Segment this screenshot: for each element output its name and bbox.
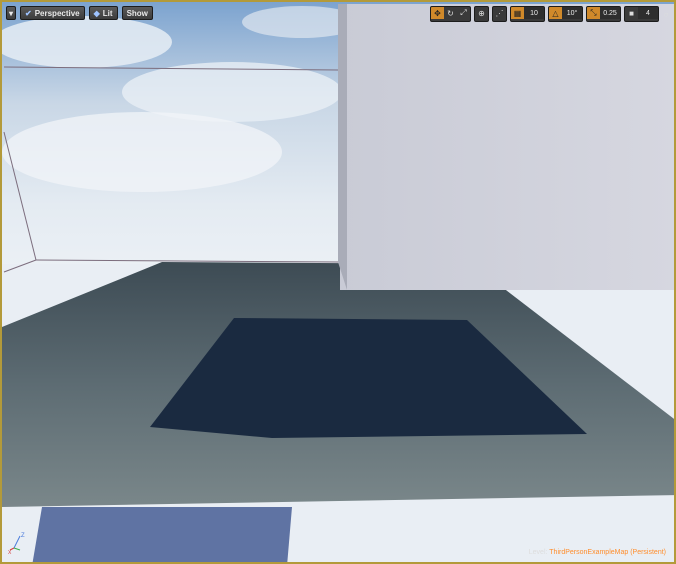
surface-snap-group: ⋰ [492, 6, 507, 22]
level-prefix: Level: [528, 549, 548, 556]
lit-icon: ◆ [93, 8, 100, 18]
viewport-menu-button[interactable]: ▾ [6, 6, 16, 20]
scale-snap-icon[interactable]: ⤡ [587, 7, 600, 19]
x-axis-label: X [8, 550, 12, 554]
white-box-side [338, 4, 347, 290]
rotation-snap-value[interactable]: 10° [562, 7, 582, 19]
maximize-icon[interactable]: ○ [662, 8, 670, 20]
surface-snap-icon[interactable]: ⋰ [493, 7, 506, 19]
coord-space-group: ⊕ [474, 6, 489, 22]
z-axis-icon [13, 535, 21, 549]
grid-snap-icon[interactable]: ▦ [511, 7, 524, 19]
z-axis-label: Z [21, 533, 25, 539]
translate-icon[interactable]: ✥ [431, 7, 444, 19]
scale-snap-group: ⤡ 0.25 [586, 6, 621, 22]
cloud [2, 112, 282, 192]
level-status: Level: ThirdPersonExampleMap (Persistent… [529, 549, 666, 556]
level-viewport[interactable]: ▾ ✔ Perspective ◆ Lit Show ✥ ↻ ⤢ ⊕ ⋰ ▦ 1… [0, 0, 676, 564]
show-button[interactable]: Show [121, 6, 153, 20]
rotate-icon[interactable]: ↻ [444, 7, 457, 19]
transform-mode-group: ✥ ↻ ⤢ [430, 6, 471, 22]
viewport-toolbar: ▾ ✔ Perspective ◆ Lit Show [6, 6, 153, 20]
grid-snap-value[interactable]: 10 [524, 7, 544, 19]
y-axis-icon [13, 547, 21, 551]
perspective-icon: ✔ [25, 8, 32, 18]
scale-snap-value[interactable]: 0.25 [600, 7, 620, 19]
viewport-scene [2, 2, 674, 562]
camera-speed-group: ■ 4 [624, 6, 659, 22]
level-name: ThirdPersonExampleMap (Persistent) [549, 549, 666, 556]
world-icon[interactable]: ⊕ [475, 7, 488, 19]
floor-shadow [32, 507, 292, 562]
axis-gizmo: Z X [8, 533, 25, 554]
scale-icon[interactable]: ⤢ [457, 7, 470, 19]
chevron-down-icon: ▾ [8, 8, 13, 18]
camera-speed-value[interactable]: 4 [638, 7, 658, 19]
show-label: Show [126, 8, 148, 18]
grid-snap-group: ▦ 10 [510, 6, 545, 22]
transform-toolbar: ✥ ↻ ⤢ ⊕ ⋰ ▦ 10 △ 10° ⤡ 0.25 ■ 4 ○ [430, 6, 670, 22]
lit-button[interactable]: ◆ Lit [88, 6, 118, 20]
rotation-snap-group: △ 10° [548, 6, 583, 22]
white-box-wall [340, 4, 674, 290]
camera-icon[interactable]: ■ [625, 7, 638, 19]
perspective-label: Perspective [34, 8, 80, 18]
rotation-snap-icon[interactable]: △ [549, 7, 562, 19]
lit-label: Lit [102, 8, 113, 18]
perspective-button[interactable]: ✔ Perspective [20, 6, 85, 20]
